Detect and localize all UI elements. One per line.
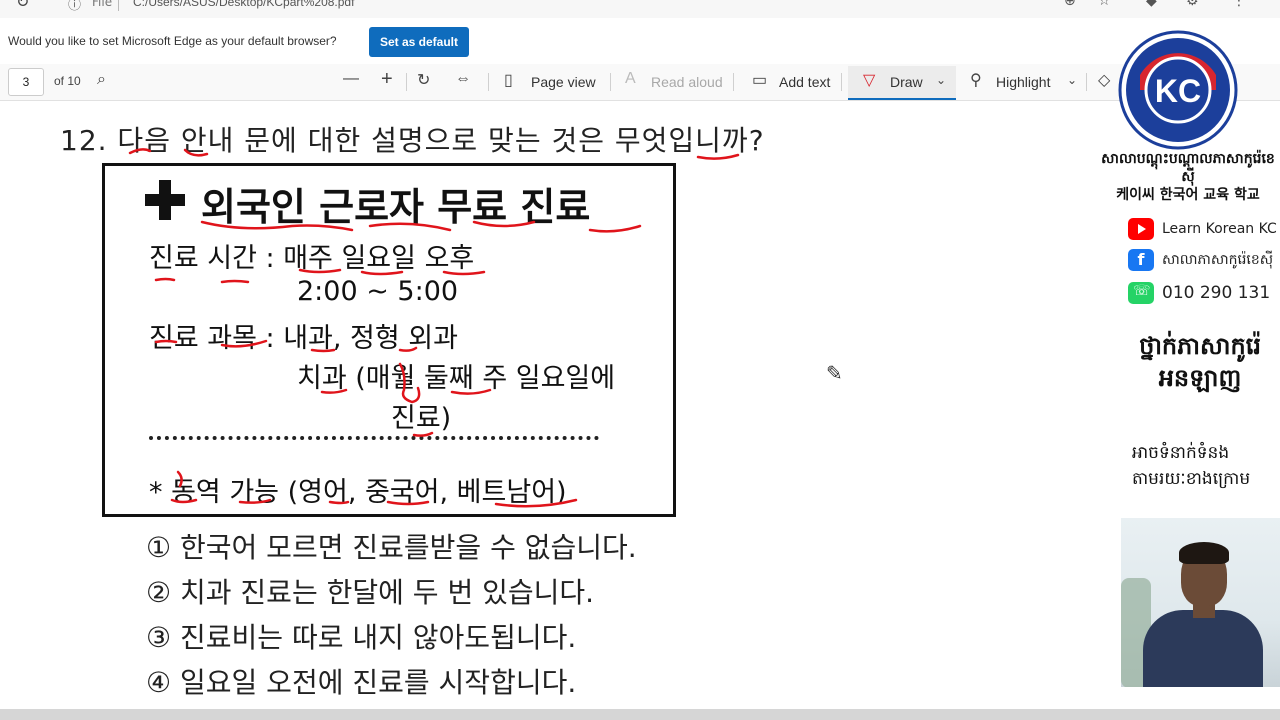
plus-icon bbox=[145, 180, 185, 220]
bottom-scroll-strip bbox=[0, 709, 1280, 720]
default-browser-banner: Would you like to set Microsoft Edge as … bbox=[0, 18, 1280, 65]
refresh-icon[interactable]: ↻ bbox=[16, 0, 29, 11]
toolbar-divider bbox=[733, 73, 734, 91]
favorites-icon[interactable]: ☆ bbox=[1098, 0, 1111, 9]
collections-icon[interactable]: ⋮ bbox=[1232, 0, 1246, 9]
add-text-icon[interactable]: ▭ bbox=[752, 70, 767, 90]
school-name-korean: 케이씨 한국어 교육 학교 bbox=[1116, 187, 1260, 203]
draw-button[interactable]: Draw bbox=[890, 74, 923, 90]
pencil-cursor-icon: ✎ bbox=[826, 361, 843, 385]
banner-message: Would you like to set Microsoft Edge as … bbox=[8, 34, 337, 48]
info-icon[interactable]: ⓘ bbox=[68, 0, 81, 13]
dotted-divider bbox=[149, 436, 599, 440]
file-label: File bbox=[92, 0, 113, 9]
page-count: of 10 bbox=[54, 74, 81, 88]
url-text[interactable]: C:/Users/ASUS/Desktop/KCpart%208.pdf bbox=[133, 0, 354, 9]
notice-time-range: 2:00 ~ 5:00 bbox=[297, 276, 459, 307]
read-aloud-icon: A bbox=[625, 70, 636, 87]
notice-hours: 진료 시간 : 매주 일요일 오후 bbox=[149, 243, 475, 274]
facebook-icon: f bbox=[1128, 249, 1154, 271]
notice-dental: 치과 (매월 둘째 주 일요일에 bbox=[297, 363, 616, 394]
pdf-toolbar: 3 of 10 ⌕ — + ↻ ⇔ ▯ Page view A Read alo… bbox=[0, 64, 1280, 101]
youtube-contact: Learn Korean KC bbox=[1128, 218, 1277, 240]
contact-note-line-1: អាចទំនាក់ទំនង bbox=[1132, 443, 1230, 463]
toolbar-divider bbox=[1086, 73, 1087, 91]
online-class-line-1: ថ្នាក់ភាសាកូរ៉េ bbox=[1139, 332, 1261, 360]
facebook-contact: f សាលាភាសាកូរ៉េខេស៊ី bbox=[1128, 249, 1273, 271]
page-view-icon[interactable]: ▯ bbox=[504, 70, 513, 90]
toolbar-divider bbox=[488, 73, 489, 91]
online-class-heading: ថ្នាក់ភាសាកូរ៉េ អនឡាញ bbox=[1120, 330, 1280, 394]
whatsapp-contact: 010 290 131 bbox=[1128, 282, 1270, 304]
eraser-icon[interactable]: ◇ bbox=[1098, 70, 1110, 90]
fit-page-icon[interactable]: ⇔ bbox=[455, 70, 471, 88]
option-2: ② 치과 진료는 한달에 두 번 있습니다. bbox=[146, 576, 595, 609]
toolbar-divider bbox=[610, 73, 611, 91]
highlight-chevron-down-icon[interactable]: ⌄ bbox=[1067, 73, 1077, 87]
notice-interpretation: * 동역 가능 (영어, 중국어, 베트남어) bbox=[149, 477, 567, 508]
zoom-out-icon[interactable]: — bbox=[343, 70, 359, 88]
zoom-icon[interactable]: ⊕ bbox=[1064, 0, 1076, 9]
notice-departments: 진료 과목 : 내과, 정형 외과 bbox=[149, 323, 458, 354]
address-bar: ↻ ⓘ File C:/Users/ASUS/Desktop/KCpart%20… bbox=[0, 0, 1280, 18]
notice-dental-cont: 진료) bbox=[391, 403, 452, 434]
page-number-input[interactable]: 3 bbox=[8, 68, 44, 96]
webcam-overlay bbox=[1121, 518, 1280, 687]
school-name: សាលាបណ្តុះបណ្តាលភាសាកូរ៉េខេស៊ី 케이씨 한국어 교… bbox=[1098, 150, 1278, 204]
question-text: 12. 다음 안내 문에 대한 설명으로 맞는 것은 무엇입니까? bbox=[60, 124, 765, 157]
highlight-button[interactable]: Highlight bbox=[996, 74, 1050, 90]
webcam-person-hair bbox=[1179, 542, 1229, 564]
extension-icon[interactable]: ◆ bbox=[1146, 0, 1157, 9]
notice-box: 외국인 근로자 무료 진료 진료 시간 : 매주 일요일 오후 2:00 ~ 5… bbox=[102, 163, 676, 517]
contact-note-line-2: តាមរយៈខាងក្រោម bbox=[1132, 469, 1251, 489]
kc-logo: KC bbox=[1118, 30, 1238, 150]
contact-note: អាចទំនាក់ទំនង តាមរយៈខាងក្រោម bbox=[1132, 440, 1250, 492]
toolbar-divider bbox=[406, 73, 407, 91]
webcam-person-body bbox=[1143, 610, 1263, 687]
set-as-default-button[interactable]: Set as default bbox=[369, 27, 469, 57]
youtube-icon bbox=[1128, 218, 1154, 240]
page-view-button[interactable]: Page view bbox=[531, 74, 596, 90]
pdf-page: 12. 다음 안내 문에 대한 설명으로 맞는 것은 무엇입니까? 외국인 근로… bbox=[0, 101, 1280, 709]
settings-icon[interactable]: ⚙ bbox=[1186, 0, 1199, 9]
youtube-channel: Learn Korean KC bbox=[1162, 221, 1277, 237]
rotate-icon[interactable]: ↻ bbox=[417, 70, 430, 90]
draw-chevron-down-icon[interactable]: ⌄ bbox=[936, 73, 946, 87]
address-divider bbox=[118, 0, 119, 11]
phone-number: 010 290 131 bbox=[1162, 283, 1271, 303]
school-name-khmer: សាលាបណ្តុះបណ្តាលភាសាកូរ៉េខេស៊ី bbox=[1101, 151, 1275, 185]
add-text-button[interactable]: Add text bbox=[779, 74, 830, 90]
zoom-in-icon[interactable]: + bbox=[381, 68, 393, 91]
toolbar-divider bbox=[841, 73, 842, 91]
highlight-icon[interactable]: ⚲ bbox=[970, 70, 982, 90]
draw-pen-icon[interactable]: ▽ bbox=[863, 70, 875, 90]
online-class-line-2: អនឡាញ bbox=[1158, 364, 1242, 392]
option-4: ④ 일요일 오전에 진료를 시작합니다. bbox=[146, 666, 577, 699]
option-1: ① 한국어 모르면 진료를받을 수 없습니다. bbox=[146, 531, 637, 564]
whatsapp-icon bbox=[1128, 282, 1154, 304]
kc-logo-text: KC bbox=[1155, 73, 1201, 109]
search-icon[interactable]: ⌕ bbox=[97, 71, 106, 89]
facebook-page: សាលាភាសាកូរ៉េខេស៊ី bbox=[1162, 252, 1274, 268]
option-3: ③ 진료비는 따로 내지 않아도됩니다. bbox=[146, 621, 577, 654]
notice-title: 외국인 근로자 무료 진료 bbox=[201, 185, 591, 229]
read-aloud-button[interactable]: Read aloud bbox=[651, 74, 723, 90]
